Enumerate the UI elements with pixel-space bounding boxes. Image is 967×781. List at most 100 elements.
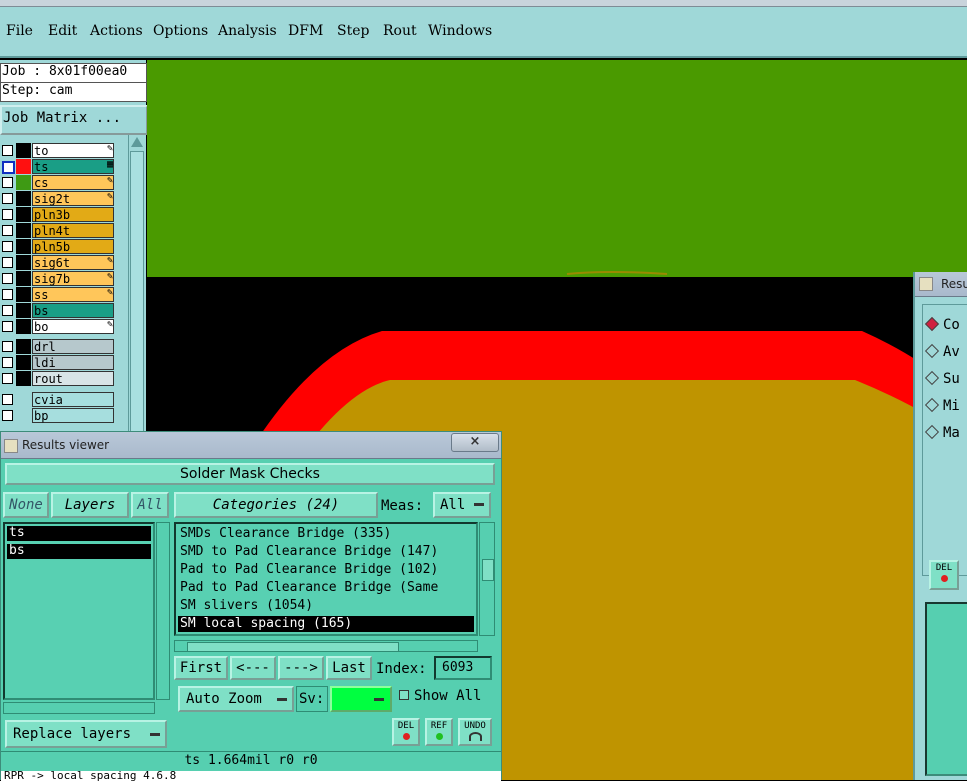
menu-analysis[interactable]: Analysis (218, 23, 277, 39)
layer-color-swatch[interactable] (16, 408, 31, 423)
option-av[interactable]: Av (924, 343, 960, 360)
layers-hscrollbar[interactable] (3, 702, 155, 714)
layer-row-bs[interactable]: bs (0, 303, 116, 318)
layer-color-swatch[interactable] (16, 191, 31, 206)
layer-name[interactable]: ss (32, 287, 114, 302)
layer-row-cs[interactable]: cs ✎ (0, 175, 116, 190)
categories-hscrollbar[interactable] (174, 640, 478, 652)
index-field[interactable]: 6093 (434, 656, 492, 680)
layer-name[interactable]: ts (32, 159, 114, 174)
layer-checkbox[interactable] (2, 161, 15, 174)
layer-row-sig7b[interactable]: sig7b ✎ (0, 271, 116, 286)
layer-name[interactable]: drl (32, 339, 114, 354)
close-button[interactable]: × (451, 433, 499, 452)
layer-checkbox[interactable] (2, 241, 13, 252)
categories-scrollbar[interactable] (479, 522, 495, 636)
option-ma[interactable]: Ma (924, 424, 960, 441)
layer-row-bo[interactable]: bo ✎ (0, 319, 116, 334)
menu-step[interactable]: Step (337, 23, 369, 39)
none-button[interactable]: None (3, 492, 49, 518)
layer-list-item[interactable]: ts (7, 526, 151, 541)
category-item[interactable]: Pad to Pad Clearance Bridge (Same (178, 580, 474, 596)
layer-color-swatch[interactable] (16, 371, 31, 386)
category-item[interactable]: SMDs Clearance Bridge (335) (178, 526, 474, 542)
layer-color-swatch[interactable] (16, 392, 31, 407)
layer-row-bp[interactable]: bp (0, 408, 116, 423)
results-viewer-titlebar[interactable]: Results viewer × (1, 432, 501, 459)
layer-color-swatch[interactable] (16, 239, 31, 254)
layer-color-swatch[interactable] (16, 339, 31, 354)
undo-button[interactable]: UNDO (458, 718, 492, 746)
layer-name[interactable]: to (32, 143, 114, 158)
layer-color-swatch[interactable] (16, 175, 31, 190)
layer-row-cvia[interactable]: cvia (0, 392, 116, 407)
right-window-titlebar[interactable]: Resu (915, 272, 967, 297)
layer-list-item[interactable]: bs (7, 544, 151, 559)
layer-checkbox[interactable] (2, 373, 13, 384)
layer-name[interactable]: sig6t (32, 255, 114, 270)
layer-name[interactable]: bs (32, 303, 114, 318)
layer-color-swatch[interactable] (16, 271, 31, 286)
layer-checkbox[interactable] (2, 193, 13, 204)
layer-checkbox[interactable] (2, 225, 13, 236)
category-item[interactable]: SM local spacing (165) (178, 616, 474, 632)
scroll-thumb[interactable] (482, 559, 494, 581)
option-su[interactable]: Su (924, 370, 960, 387)
layer-color-swatch[interactable] (16, 143, 31, 158)
layer-row-sig2t[interactable]: sig2t ✎ (0, 191, 116, 206)
menu-actions[interactable]: Actions (90, 23, 143, 39)
scroll-thumb[interactable] (130, 151, 144, 433)
layer-list-scrollbar[interactable] (128, 135, 144, 440)
option-co[interactable]: Co (924, 316, 960, 333)
menu-options[interactable]: Options (153, 23, 208, 39)
layer-color-swatch[interactable] (16, 223, 31, 238)
layer-row-drl[interactable]: drl (0, 339, 116, 354)
layer-name[interactable]: pln4t (32, 223, 114, 238)
layer-row-ts[interactable]: ts ▦ (0, 159, 116, 174)
layer-row-pln4t[interactable]: pln4t (0, 223, 116, 238)
layer-color-swatch[interactable] (16, 303, 31, 318)
layer-checkbox[interactable] (2, 305, 13, 316)
layer-color-swatch[interactable] (16, 159, 31, 174)
menu-file[interactable]: File (6, 23, 33, 39)
layer-name[interactable]: cs (32, 175, 114, 190)
ref-button[interactable]: REF (425, 718, 453, 746)
layer-name[interactable]: pln3b (32, 207, 114, 222)
menu-windows[interactable]: Windows (428, 23, 492, 39)
layer-color-swatch[interactable] (16, 287, 31, 302)
layer-name[interactable]: bo (32, 319, 114, 334)
scroll-up-icon[interactable] (131, 137, 143, 147)
layer-color-swatch[interactable] (16, 255, 31, 270)
menu-dfm[interactable]: DFM (288, 23, 323, 39)
categories-button[interactable]: Categories (24) (174, 492, 378, 518)
layer-name[interactable]: rout (32, 371, 114, 386)
layer-name[interactable]: sig2t (32, 191, 114, 206)
layer-name[interactable]: ldi (32, 355, 114, 370)
del-button[interactable]: DEL (392, 718, 420, 746)
layer-name[interactable]: bp (32, 408, 114, 423)
layer-checkbox[interactable] (2, 273, 13, 284)
layer-checkbox[interactable] (2, 177, 13, 188)
layer-checkbox[interactable] (2, 145, 13, 156)
layer-color-swatch[interactable] (16, 319, 31, 334)
layers-list[interactable]: ts bs (3, 522, 155, 700)
last-button[interactable]: Last (326, 656, 372, 680)
show-all-checkbox[interactable] (399, 690, 409, 700)
layers-button[interactable]: Layers (51, 492, 129, 518)
layer-row-sig6t[interactable]: sig6t ✎ (0, 255, 116, 270)
replace-layers-dropdown[interactable]: Replace layers (5, 720, 167, 748)
prev-button[interactable]: <--- (230, 656, 276, 680)
layer-row-rout[interactable]: rout (0, 371, 116, 386)
category-item[interactable]: SMD to Pad Clearance Bridge (147) (178, 544, 474, 560)
right-del-button[interactable]: DEL (929, 560, 959, 590)
sv-color-dropdown[interactable] (330, 686, 392, 712)
layer-checkbox[interactable] (2, 209, 13, 220)
auto-zoom-dropdown[interactable]: Auto Zoom (178, 686, 294, 712)
layer-checkbox[interactable] (2, 257, 13, 268)
layer-name[interactable]: sig7b (32, 271, 114, 286)
layer-row-ldi[interactable]: ldi (0, 355, 116, 370)
layers-list-scrollbar[interactable] (156, 522, 170, 700)
layer-checkbox[interactable] (2, 410, 13, 421)
next-button[interactable]: ---> (278, 656, 324, 680)
layer-checkbox[interactable] (2, 357, 13, 368)
